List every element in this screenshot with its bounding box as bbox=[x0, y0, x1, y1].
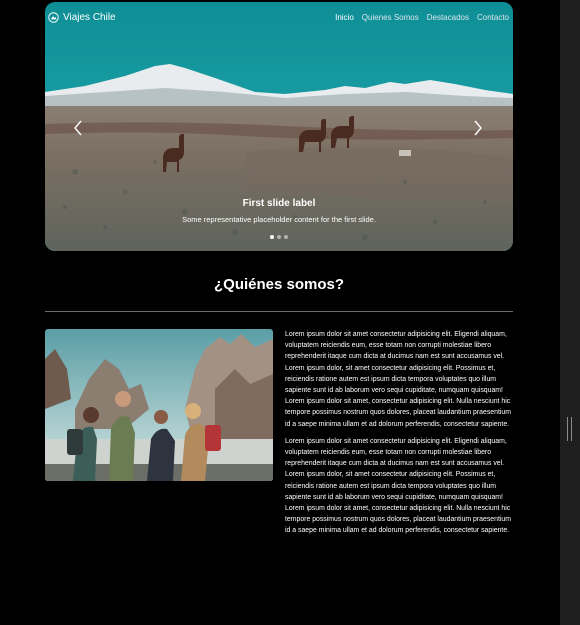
chevron-right-icon[interactable] bbox=[471, 118, 485, 138]
brand-name: Viajes Chile bbox=[63, 11, 116, 23]
divider bbox=[45, 311, 513, 312]
slide-text: Some representative placeholder content … bbox=[182, 215, 376, 224]
about-paragraph: Lorem ipsum dolor sit amet consectetur a… bbox=[285, 331, 511, 428]
nav-link-quienes-somos[interactable]: Quienes Somos bbox=[362, 13, 419, 22]
slide-title: First slide label bbox=[242, 198, 316, 209]
about-paragraph: Lorem ipsum dolor sit amet consectetur a… bbox=[285, 437, 511, 535]
about-text: Lorem ipsum dolor sit amet consectetur a… bbox=[285, 329, 515, 543]
indicator-dot[interactable] bbox=[284, 235, 288, 239]
hero-carousel: Viajes Chile Inicio Quienes Somos Destac… bbox=[45, 2, 513, 251]
indicator-dot[interactable] bbox=[270, 235, 274, 239]
drag-handle-icon[interactable] bbox=[567, 417, 572, 441]
brand[interactable]: Viajes Chile bbox=[48, 12, 116, 23]
carousel-caption: First slide label Some representative pl… bbox=[45, 198, 513, 224]
nav-link-inicio[interactable]: Inicio bbox=[335, 13, 354, 22]
indicator-dot[interactable] bbox=[277, 235, 281, 239]
nav-link-contacto[interactable]: Contacto bbox=[477, 13, 509, 22]
about-photo bbox=[45, 329, 273, 481]
chevron-left-icon[interactable] bbox=[71, 118, 85, 138]
scrollbar[interactable] bbox=[560, 0, 580, 625]
logo-icon bbox=[48, 11, 59, 23]
page: Viajes Chile Inicio Quienes Somos Destac… bbox=[0, 0, 580, 625]
nav-links: Inicio Quienes Somos Destacados Contacto bbox=[335, 13, 509, 22]
nav-link-destacados[interactable]: Destacados bbox=[427, 13, 469, 22]
carousel-indicators bbox=[45, 235, 513, 239]
section-title: ¿Quiénes somos? bbox=[213, 276, 345, 293]
navbar: Viajes Chile Inicio Quienes Somos Destac… bbox=[45, 2, 513, 32]
